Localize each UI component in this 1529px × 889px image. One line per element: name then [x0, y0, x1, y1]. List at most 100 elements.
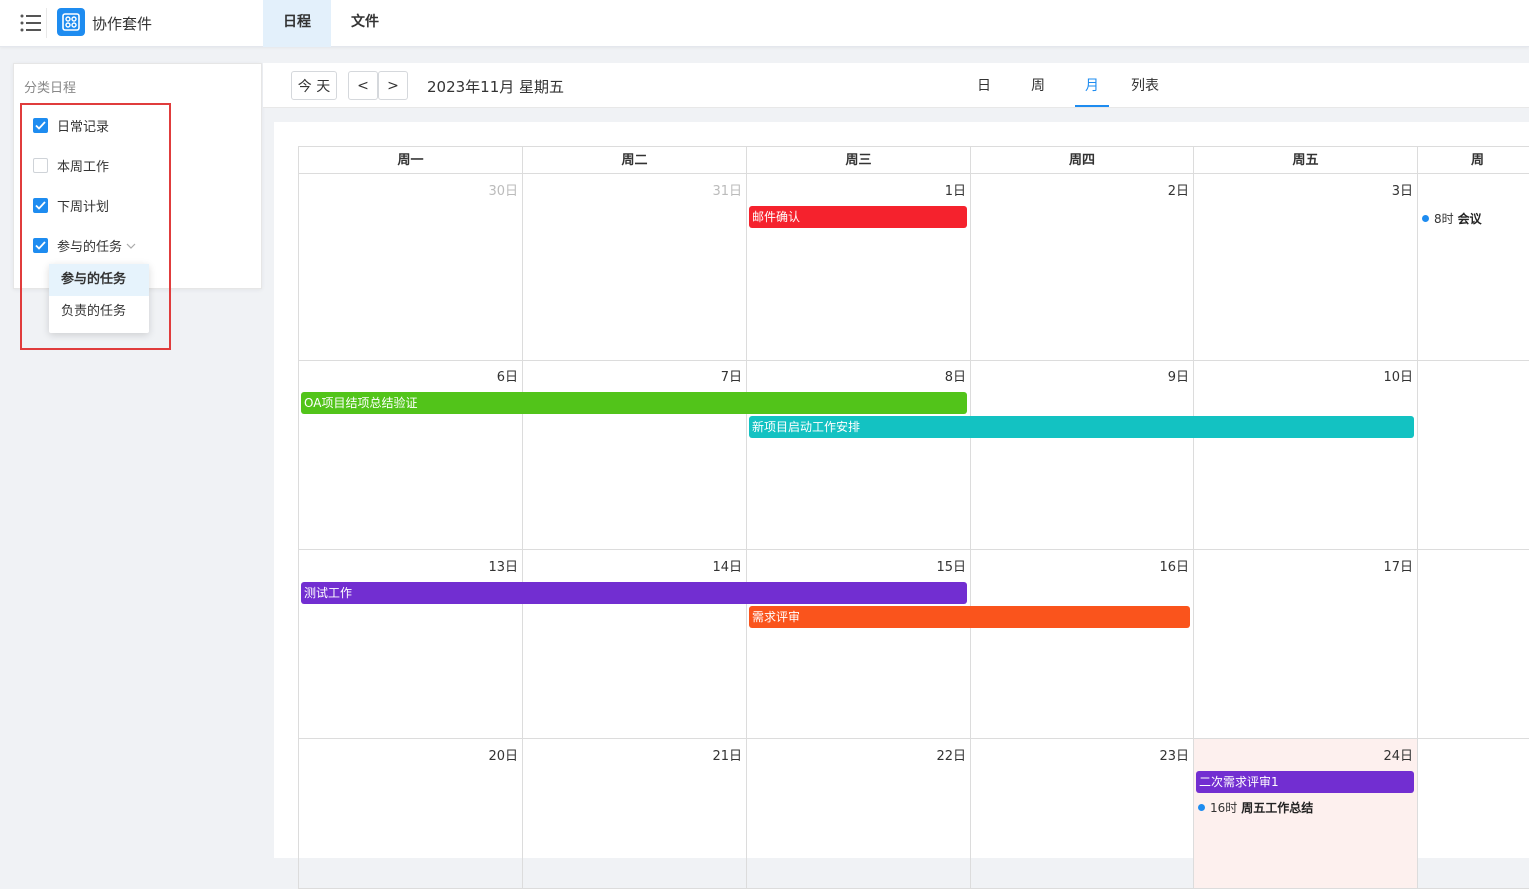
day-number: 30日 — [488, 184, 518, 199]
day-number: 16日 — [1159, 560, 1189, 575]
category-next-week-plan[interactable]: 下周计划 — [33, 195, 109, 215]
day-number: 6日 — [496, 370, 518, 385]
day-number: 7日 — [720, 370, 742, 385]
top-bar: 协作套件 日程 文件 — [0, 0, 1529, 47]
event-dot-icon — [1198, 803, 1205, 811]
weekday-header: 周 — [1417, 146, 1529, 174]
month-calendar: 周一 周二 周三 周四 周五周 30日 31日 1日 2日 3日 6日 7日 8日 9日 10日 13日 14日… — [274, 122, 1529, 889]
tab-schedule[interactable]: 日程 — [263, 0, 331, 47]
day-cell[interactable]: 15日 — [746, 550, 970, 739]
day-cell[interactable]: 10日 — [1193, 360, 1417, 550]
day-cell[interactable]: 23日 — [970, 739, 1193, 889]
chevron-down-icon[interactable] — [126, 239, 136, 252]
view-tab-day[interactable]: 日 — [969, 63, 999, 107]
weekday-header: 周一 — [298, 146, 522, 174]
day-cell[interactable]: 14日 — [522, 550, 746, 739]
header-divider — [46, 8, 47, 38]
today-button[interactable]: 今 天 — [291, 71, 337, 100]
category-this-week-work[interactable]: 本周工作 — [33, 155, 109, 175]
day-number: 2日 — [1167, 184, 1189, 199]
weekday-header: 周四 — [970, 146, 1193, 174]
weekday-header: 周五 — [1193, 146, 1417, 174]
day-cell[interactable]: 9日 — [970, 360, 1193, 550]
weekday-header: 周二 — [522, 146, 746, 174]
weekday-header: 周三 — [746, 146, 970, 174]
event-title: 周五工作总结 — [1241, 800, 1314, 815]
day-number: 20日 — [488, 749, 518, 764]
event-time: 8时 — [1434, 211, 1454, 226]
event-bar[interactable]: OA项目结项总结验证 — [301, 392, 967, 414]
event-time: 16时 — [1210, 800, 1238, 815]
day-cell[interactable] — [1417, 174, 1529, 361]
app-title: 协作套件 — [92, 15, 153, 33]
chevron-right-icon: > — [387, 77, 399, 94]
day-number: 17日 — [1383, 560, 1413, 575]
view-tab-week[interactable]: 周 — [1023, 63, 1053, 107]
day-number: 31日 — [712, 184, 742, 199]
chevron-left-icon: < — [357, 77, 369, 94]
day-cell[interactable]: 20日 — [298, 739, 522, 889]
event-bar[interactable]: 二次需求评审1 — [1196, 771, 1414, 793]
category-label: 日常记录 — [57, 119, 110, 135]
view-tab-month[interactable]: 月 — [1075, 63, 1109, 107]
day-cell[interactable]: 22日 — [746, 739, 970, 889]
day-number: 24日 — [1383, 749, 1413, 764]
next-button[interactable]: > — [378, 71, 408, 100]
event-dot-item[interactable]: 16时 周五工作总结 — [1198, 797, 1313, 817]
day-cell[interactable]: 7日 — [522, 360, 746, 550]
day-cell[interactable]: 2日 — [970, 174, 1193, 361]
view-tab-list[interactable]: 列表 — [1125, 63, 1165, 107]
day-cell[interactable]: 1日 — [746, 174, 970, 361]
day-number: 13日 — [488, 560, 518, 575]
category-label: 下周计划 — [57, 199, 110, 215]
category-daily-records[interactable]: 日常记录 — [33, 115, 109, 135]
day-number: 14日 — [712, 560, 742, 575]
event-bar[interactable]: 邮件确认 — [749, 206, 967, 228]
day-number: 21日 — [712, 749, 742, 764]
task-dropdown: 参与的任务 负责的任务 — [49, 264, 149, 333]
day-cell[interactable]: 8日 — [746, 360, 970, 550]
day-cell[interactable]: 21日 — [522, 739, 746, 889]
day-cell[interactable]: 3日 — [1193, 174, 1417, 361]
calendar-toolbar: 今 天 < > 2023年11月 星期五 日 周 月 列表 — [263, 63, 1529, 108]
event-dot-item[interactable]: 8时 会议 — [1422, 208, 1482, 228]
day-cell[interactable]: 13日 — [298, 550, 522, 739]
checkbox-checked-icon[interactable] — [33, 237, 48, 253]
category-panel: 分类日程 — [13, 63, 262, 289]
current-date-label: 2023年11月 星期五 — [427, 78, 565, 96]
day-number: 10日 — [1383, 370, 1413, 385]
category-participated-tasks[interactable]: 参与的任务 — [33, 235, 136, 255]
day-cell[interactable] — [1417, 360, 1529, 550]
day-number: 22日 — [936, 749, 966, 764]
event-bar[interactable]: 新项目启动工作安排 — [749, 416, 1414, 438]
checkbox-empty-icon[interactable] — [33, 157, 48, 173]
dropdown-item-participated-tasks[interactable]: 参与的任务 — [49, 264, 149, 296]
prev-button[interactable]: < — [348, 71, 378, 100]
day-cell[interactable] — [1417, 550, 1529, 739]
category-label: 本周工作 — [57, 159, 110, 175]
checkbox-checked-icon[interactable] — [33, 117, 48, 133]
day-cell[interactable]: 6日 — [298, 360, 522, 550]
day-number: 9日 — [1167, 370, 1189, 385]
menu-icon[interactable] — [20, 13, 42, 33]
day-cell[interactable]: 16日 — [970, 550, 1193, 739]
tab-files[interactable]: 文件 — [331, 0, 399, 47]
day-number: 3日 — [1391, 184, 1413, 199]
dropdown-item-responsible-tasks[interactable]: 负责的任务 — [49, 296, 149, 328]
day-number: 23日 — [1159, 749, 1189, 764]
day-number: 1日 — [944, 184, 966, 199]
checkbox-checked-icon[interactable] — [33, 197, 48, 213]
event-dot-icon — [1422, 214, 1429, 222]
app-logo-icon — [57, 8, 85, 36]
day-cell[interactable]: 30日 — [298, 174, 522, 361]
event-bar[interactable]: 测试工作 — [301, 582, 967, 604]
event-title: 会议 — [1457, 211, 1482, 226]
day-number: 8日 — [944, 370, 966, 385]
day-cell[interactable] — [1417, 739, 1529, 889]
day-cell[interactable]: 17日 — [1193, 550, 1417, 739]
category-label: 参与的任务 — [57, 239, 123, 255]
category-title: 分类日程 — [24, 81, 77, 96]
day-number: 15日 — [936, 560, 966, 575]
day-cell[interactable]: 31日 — [522, 174, 746, 361]
event-bar[interactable]: 需求评审 — [749, 606, 1190, 628]
